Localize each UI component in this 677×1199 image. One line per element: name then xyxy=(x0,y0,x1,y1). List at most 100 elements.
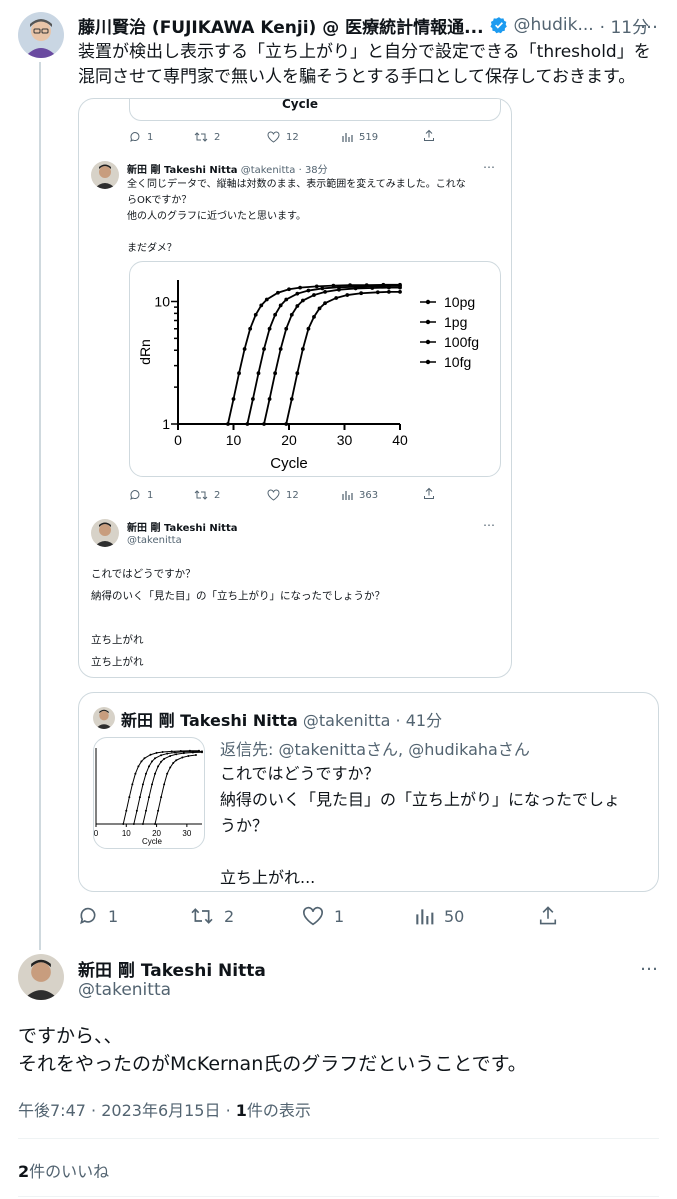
reply-more-options-icon[interactable]: … xyxy=(640,954,659,975)
data-point xyxy=(323,301,327,306)
thumb-point xyxy=(131,783,134,786)
reply-icon xyxy=(130,490,140,500)
nested-header: 新田 剛 Takeshi Nitta @takenitta · 38分 xyxy=(127,161,328,176)
tweet-meta-separator: · xyxy=(91,1101,97,1120)
reply-icon xyxy=(130,132,140,142)
data-point xyxy=(248,326,253,331)
likes-summary[interactable]: 2件のいいね xyxy=(18,1158,109,1182)
series-line-10fg xyxy=(285,290,400,425)
data-point xyxy=(334,296,339,300)
thumb-tick-label: 0 xyxy=(94,829,99,838)
legend-label: 100fg xyxy=(444,334,479,350)
legend-label: 10pg xyxy=(444,294,475,310)
quoted-avatar xyxy=(93,707,115,729)
x-tick-label: 20 xyxy=(281,432,297,448)
data-point xyxy=(276,290,280,295)
thumbnail-axes: 0 10 20 30Cycle xyxy=(94,748,202,846)
data-point xyxy=(359,291,364,296)
main-reply-action[interactable]: 1 xyxy=(78,906,118,926)
thumb-point xyxy=(144,772,147,775)
third-text: これではどうですか？ 納得のいく「見た目」の「立ち上がり」になったでしょうか？ … xyxy=(91,568,385,668)
data-point xyxy=(295,304,300,308)
third-handle: @takenitta xyxy=(127,535,182,546)
data-point xyxy=(278,347,283,351)
thumb-point xyxy=(194,753,197,756)
reply-handle[interactable]: @takenitta xyxy=(78,980,171,1000)
divider xyxy=(18,1138,659,1139)
cropped-chart-label: Cycle xyxy=(282,98,318,111)
thumb-point xyxy=(173,751,176,754)
analytics-icon xyxy=(342,491,353,500)
main-retweet-count: 2 xyxy=(224,906,235,926)
retweet-action[interactable]: 2 xyxy=(194,131,220,143)
more-options-icon[interactable]: … xyxy=(640,12,659,33)
views-action[interactable]: 519 xyxy=(341,131,378,143)
verified-badge-icon xyxy=(489,17,507,34)
avatar-photo-icon xyxy=(18,12,64,58)
data-point xyxy=(314,284,319,289)
chart-box: 0 10 20 30 40 1 10 Cycle dRn 10pg 1pg 100fg 10fg xyxy=(129,261,501,477)
y-tick-label: 10 xyxy=(154,294,170,310)
tweet-text: 装置が検出し表示する「立ち上がり」と自分で設定できる「threshold」を 混… xyxy=(78,42,651,87)
quoted-tweet[interactable]: 新田 剛 Takeshi Nitta @takenitta · 41分 0 10 2… xyxy=(78,692,659,892)
tweet-meta-date[interactable]: 2023年6月15日 xyxy=(101,1101,220,1120)
share-action[interactable] xyxy=(423,129,435,142)
legend-label: 10fg xyxy=(444,354,471,370)
main-share-action[interactable] xyxy=(538,905,558,926)
data-point xyxy=(262,347,266,351)
main-like-action[interactable]: 1 xyxy=(302,906,344,926)
analytics-icon xyxy=(342,133,353,142)
data-point xyxy=(267,326,272,331)
nested-text: 全く同じデータで、縦軸は対数のまま、表示範囲を変えてみました。これな らOKです… xyxy=(127,179,466,254)
legend-marker xyxy=(425,339,431,345)
x-tick-label: 0 xyxy=(174,432,182,448)
data-point xyxy=(295,371,300,376)
data-point xyxy=(289,397,294,401)
share-icon xyxy=(539,906,557,925)
data-point xyxy=(242,347,247,351)
thumb-point xyxy=(157,765,160,768)
data-point xyxy=(245,422,250,426)
tweet-meta-time[interactable]: 午後7:47 xyxy=(18,1101,86,1120)
like-count: 12 xyxy=(286,131,299,143)
main-views-action[interactable]: 50 xyxy=(414,906,464,926)
main-retweet-action[interactable]: 2 xyxy=(190,906,234,926)
thread-line xyxy=(39,62,41,950)
thumb-point xyxy=(154,772,157,775)
thumbnail-series xyxy=(122,749,203,825)
thumb-point xyxy=(160,760,163,763)
thumb-tick-label: 10 xyxy=(122,829,131,838)
thumb-series-line xyxy=(154,754,197,825)
data-point xyxy=(259,303,264,308)
quoted-thumbnail[interactable]: 0 10 20 30 Cycle xyxy=(93,737,205,849)
views-count: 519 xyxy=(359,131,379,143)
thumb-point xyxy=(175,753,178,756)
retweet-icon xyxy=(191,908,213,924)
main-reply-count: 1 xyxy=(108,906,119,926)
thumb-point xyxy=(169,766,172,769)
person-avatar-icon xyxy=(93,707,115,729)
quoted-handle-time: @takenitta · 41分 xyxy=(302,711,443,730)
thumb-point xyxy=(160,796,163,799)
reply-count: 1 xyxy=(147,131,154,143)
likes-count: 2 xyxy=(18,1162,30,1181)
data-point xyxy=(375,290,380,295)
data-point xyxy=(287,287,291,292)
author-handle[interactable]: @hudik... xyxy=(514,15,594,35)
reply-action[interactable]: 1 xyxy=(129,131,153,143)
tweet-image[interactable]: Cycle 1 2 12 519 新田 剛 Takeshi Nitta @tak… xyxy=(78,98,512,678)
data-point xyxy=(289,312,294,317)
like-action[interactable]: 12 xyxy=(267,131,299,143)
author-name[interactable]: 藤川賢治 (FUJIKAWA Kenji) @ 医療統計情報通... xyxy=(78,13,484,38)
thumb-point xyxy=(163,783,166,786)
thumb-point xyxy=(138,796,141,799)
data-point xyxy=(298,285,302,290)
reply-avatar[interactable] xyxy=(18,954,64,1000)
author-avatar[interactable] xyxy=(18,12,64,58)
thumb-point xyxy=(140,760,143,763)
data-point xyxy=(278,303,283,308)
legend-label: 1pg xyxy=(444,314,467,330)
thumb-point xyxy=(128,796,131,799)
share-icon xyxy=(424,487,434,499)
reply-author[interactable]: 新田 剛 Takeshi Nitta xyxy=(78,956,266,981)
